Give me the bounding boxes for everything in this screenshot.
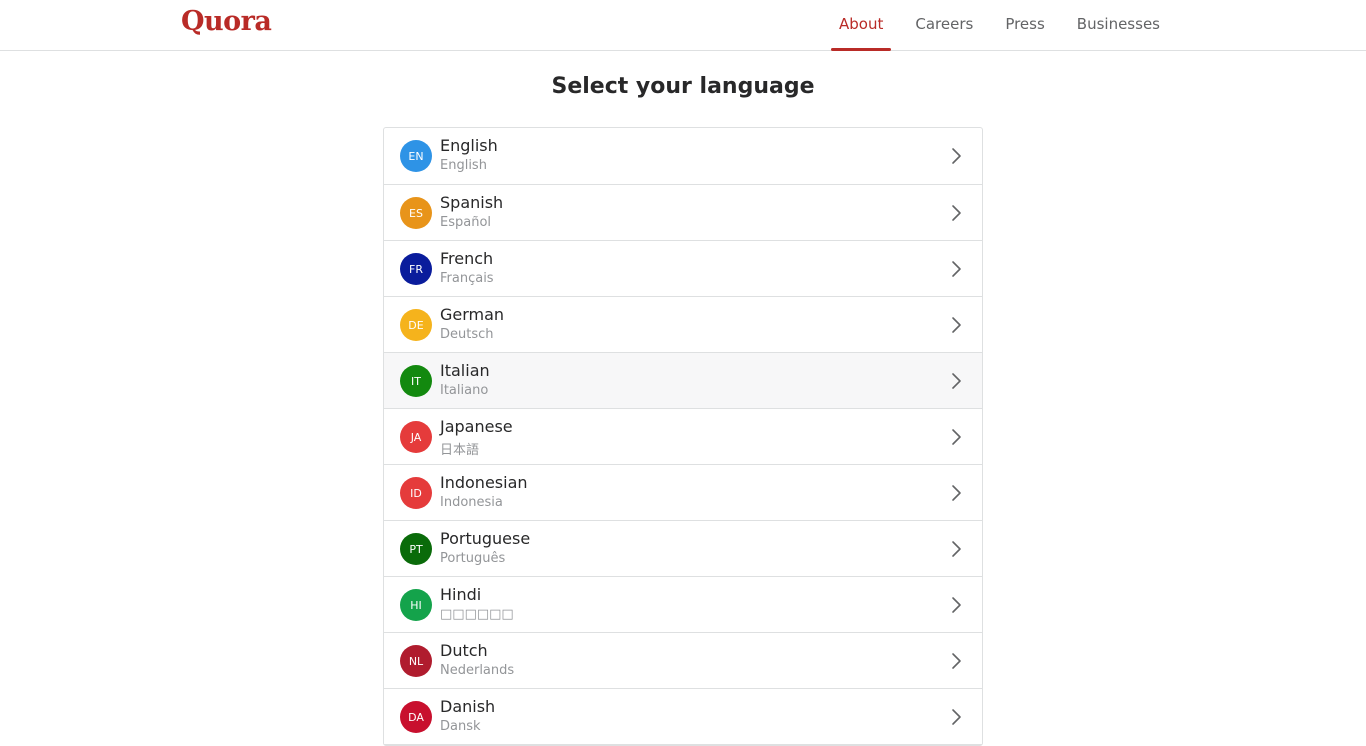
language-native-name: □□□□□□ [440,607,514,622]
quora-logo[interactable]: Quora [181,6,272,37]
language-code-badge: NL [400,645,432,677]
language-code-badge: FR [400,253,432,285]
language-item-id[interactable]: ID Indonesian Indonesia [384,465,982,521]
language-native-name: English [440,158,487,173]
chevron-right-icon [952,541,961,557]
language-item-pt[interactable]: PT Portuguese Português [384,521,982,577]
language-name: Spanish [440,193,504,212]
language-name: Hindi [440,585,482,604]
language-code-badge: HI [400,589,432,621]
language-native-name: Dansk [440,719,481,734]
language-item-en[interactable]: EN English English [384,128,982,185]
language-name: French [440,249,494,268]
chevron-right-icon [952,373,961,389]
language-name: Italian [440,361,490,380]
chevron-right-icon [952,261,961,277]
chevron-right-icon [952,148,961,164]
language-code-badge: DA [400,701,432,733]
language-item-it[interactable]: IT Italian Italiano [384,353,982,409]
header-nav: About Careers Press Businesses [815,0,1168,51]
language-native-name: 日本語 [440,443,480,458]
page-title: Select your language [551,74,815,99]
language-item-nl[interactable]: NL Dutch Nederlands [384,633,982,689]
chevron-right-icon [952,429,961,445]
chevron-right-icon [952,653,961,669]
language-code-badge: IT [400,365,432,397]
nav-careers[interactable]: Careers [907,0,981,50]
language-code-badge: EN [400,140,432,172]
language-list: EN English English ES Spanish Español FR French… [383,127,983,746]
nav-businesses[interactable]: Businesses [1069,0,1168,50]
chevron-right-icon [952,317,961,333]
language-item-da[interactable]: DA Danish Dansk [384,689,982,745]
language-item-es[interactable]: ES Spanish Español [384,185,982,241]
language-name: German [440,305,505,324]
language-native-name: Français [440,271,494,286]
chevron-right-icon [952,485,961,501]
nav-press[interactable]: Press [997,0,1052,50]
language-name: Danish [440,697,496,716]
nav-about[interactable]: About [831,0,892,51]
language-code-badge: ID [400,477,432,509]
chevron-right-icon [952,709,961,725]
language-native-name: Indonesia [440,495,503,510]
chevron-right-icon [952,597,961,613]
language-code-badge: ES [400,197,432,229]
language-name: Japanese [440,417,513,436]
chevron-right-icon [952,205,961,221]
language-native-name: Italiano [440,383,489,398]
language-item-hi[interactable]: HI Hindi □□□□□□ [384,577,982,633]
language-code-badge: DE [400,309,432,341]
language-item-fr[interactable]: FR French Français [384,241,982,297]
language-native-name: Português [440,551,506,566]
language-native-name: Deutsch [440,327,494,342]
language-name: Indonesian [440,473,528,492]
language-name: Dutch [440,641,488,660]
language-item-de[interactable]: DE German Deutsch [384,297,982,353]
language-name: English [440,136,498,155]
language-code-badge: JA [400,421,432,453]
language-code-badge: PT [400,533,432,565]
language-native-name: Español [440,215,492,230]
language-native-name: Nederlands [440,663,515,678]
language-item-ja[interactable]: JA Japanese 日本語 [384,409,982,465]
language-name: Portuguese [440,529,531,548]
top-navigation-bar: Quora About Careers Press Businesses [0,0,1366,51]
